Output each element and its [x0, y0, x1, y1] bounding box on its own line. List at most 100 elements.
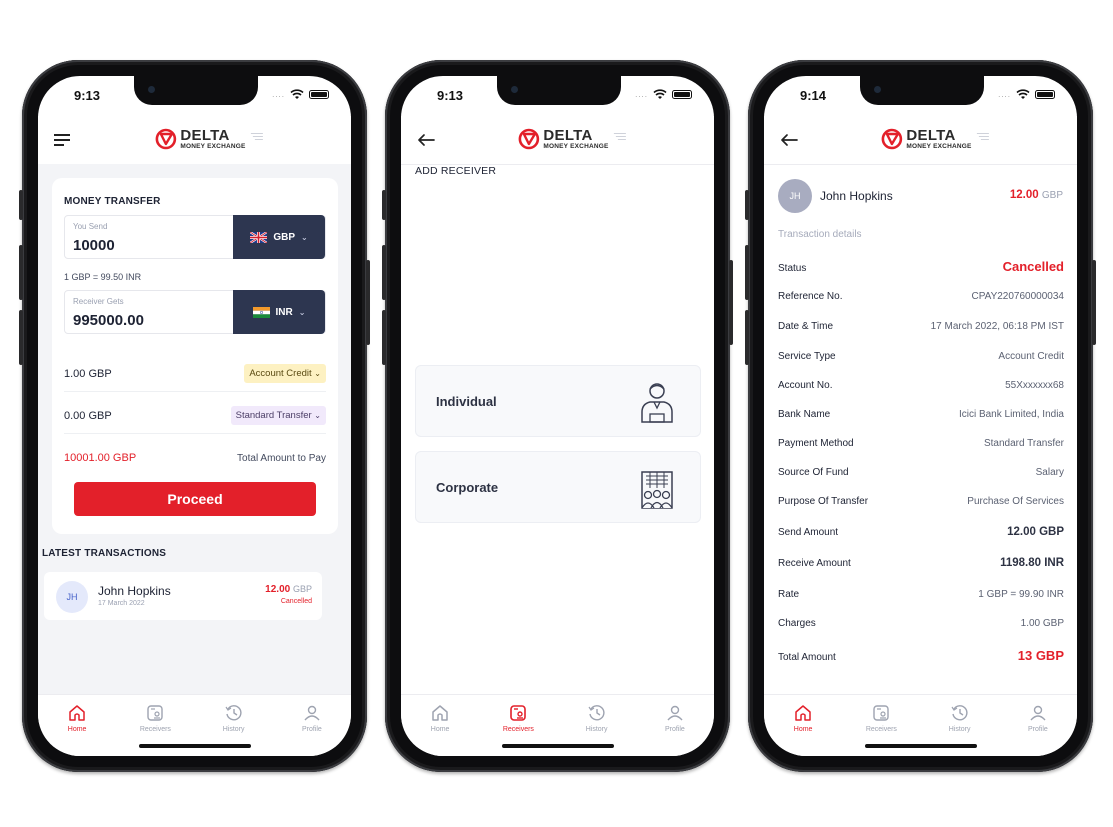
detail-row-service-type: Service Type Account Credit [778, 351, 1064, 362]
home-icon [69, 705, 85, 721]
main-content: MONEY TRANSFER You Send 10000 GBP ⌄ 1 GB… [38, 164, 351, 696]
receive-currency-select[interactable]: INR ⌄ [233, 290, 325, 334]
brand-name: DELTA [906, 127, 956, 144]
brand-name: DELTA [543, 127, 593, 144]
page-title: ADD RECEIVER [415, 165, 497, 177]
receiver-gets-value: 995000.00 [73, 312, 144, 329]
avatar: JH [778, 179, 812, 213]
receivers-icon [147, 705, 164, 721]
corporate-option[interactable]: Corporate [415, 451, 701, 523]
app-bar: DELTA MONEY EXCHANGE [764, 116, 1077, 164]
section-title: MONEY TRANSFER [64, 196, 161, 207]
delta-logo-icon [155, 128, 176, 150]
battery-icon [1035, 89, 1055, 99]
delta-logo-icon [881, 128, 902, 150]
profile-icon [667, 705, 683, 721]
tab-history[interactable]: History [204, 703, 264, 756]
detail-row-receive-amount: Receive Amount 1198.80 INR [778, 557, 1064, 569]
tab-history[interactable]: History [930, 703, 990, 756]
brand-tagline: MONEY EXCHANGE [180, 143, 246, 150]
hamburger-menu-icon[interactable] [54, 132, 72, 148]
receivers-icon [510, 705, 527, 721]
latest-transactions-title: LATEST TRANSACTIONS [42, 548, 167, 559]
individual-option[interactable]: Individual [415, 365, 701, 437]
tab-history[interactable]: History [567, 703, 627, 756]
proceed-button[interactable]: Proceed [74, 482, 316, 516]
wifi-icon [290, 89, 304, 99]
back-arrow-icon[interactable] [780, 132, 798, 148]
detail-row-rate: Rate 1 GBP = 99.90 INR [778, 589, 1064, 600]
home-indicator [864, 744, 977, 748]
wifi-icon [653, 89, 667, 99]
individual-person-icon [641, 383, 673, 423]
phone-transaction-details: 9:14 .... DELTA MONEY EXCHANGE JH John H… [745, 60, 1096, 772]
transaction-name: John Hopkins [98, 584, 171, 598]
corporate-building-icon [641, 471, 673, 509]
home-indicator [501, 744, 614, 748]
transfer-type-dropdown[interactable]: Standard Transfer ⌄ [230, 406, 326, 425]
fee-row: 1.00 GBP Account Credit ⌄ [64, 356, 326, 392]
total-row: 10001.00 GBP Total Amount to Pay [64, 440, 326, 476]
status-value: Cancelled [1002, 259, 1064, 274]
detail-row-status: Status Cancelled [778, 259, 1064, 274]
brand-logo: DELTA MONEY EXCHANGE [154, 127, 263, 151]
screen-money-transfer: 9:13 .... DELTA MONEY EXCHANGE MONEY TRA… [38, 76, 351, 756]
status-time: 9:13 [437, 88, 464, 103]
you-send-field[interactable]: You Send 10000 GBP ⌄ [64, 215, 326, 259]
chevron-down-icon: ⌄ [314, 369, 321, 378]
battery-icon [672, 89, 692, 99]
total-label: Total Amount to Pay [237, 452, 326, 464]
wifi-icon [1016, 89, 1030, 99]
chevron-down-icon: ⌄ [314, 411, 321, 420]
tab-receivers[interactable]: Receivers [851, 703, 911, 756]
send-currency-select[interactable]: GBP ⌄ [233, 215, 325, 259]
tab-receivers[interactable]: Receivers [488, 703, 548, 756]
chevron-down-icon: ⌄ [300, 232, 308, 242]
receiver-name: John Hopkins [820, 189, 893, 203]
detail-row-source-of-fund: Source Of Fund Salary [778, 467, 1064, 478]
transaction-item[interactable]: JH John Hopkins 17 March 2022 12.00 GBP … [44, 572, 322, 620]
transaction-status: Cancelled [280, 598, 312, 605]
app-bar: DELTA MONEY EXCHANGE [38, 116, 351, 164]
detail-row-send-amount: Send Amount 12.00 GBP [778, 526, 1064, 538]
fee-amount: 1.00 GBP [64, 367, 112, 380]
profile-icon [1030, 705, 1046, 721]
transaction-details-title: Transaction details [778, 229, 862, 240]
phone-money-transfer: 9:13 .... DELTA MONEY EXCHANGE MONEY TRA… [19, 60, 370, 772]
india-flag-icon [252, 306, 270, 318]
signal-icon: .... [998, 89, 1011, 99]
transaction-amount: 12.00 GBP [1009, 189, 1063, 201]
back-arrow-icon[interactable] [417, 132, 435, 148]
tab-home[interactable]: Home [47, 703, 107, 756]
detail-row-account-no: Account No. 55Xxxxxxx68 [778, 380, 1064, 391]
app-bar: DELTA MONEY EXCHANGE [401, 116, 714, 164]
you-send-value: 10000 [73, 237, 115, 254]
signal-icon: .... [272, 89, 285, 99]
logo-lines-icon [976, 133, 989, 140]
home-indicator [138, 744, 251, 748]
tab-profile[interactable]: Profile [1008, 703, 1068, 756]
brand-name: DELTA [180, 127, 230, 144]
logo-lines-icon [613, 133, 626, 140]
tab-home[interactable]: Home [410, 703, 470, 756]
total-amount: 10001.00 GBP [64, 452, 137, 464]
receivers-icon [873, 705, 890, 721]
history-icon [951, 705, 968, 721]
tab-profile[interactable]: Profile [645, 703, 705, 756]
detail-row-datetime: Date & Time 17 March 2022, 06:18 PM IST [778, 321, 1064, 332]
receiver-gets-label: Receiver Gets [73, 297, 124, 306]
status-time: 9:14 [800, 88, 827, 103]
main-content: ADD RECEIVER Individual Corporate [401, 164, 714, 696]
tab-home[interactable]: Home [773, 703, 833, 756]
receiver-gets-field[interactable]: Receiver Gets 995000.00 INR ⌄ [64, 290, 326, 334]
detail-row-payment-method: Payment Method Standard Transfer [778, 438, 1064, 449]
individual-label: Individual [436, 394, 497, 409]
history-icon [225, 705, 242, 721]
tab-profile[interactable]: Profile [282, 703, 342, 756]
tab-receivers[interactable]: Receivers [125, 703, 185, 756]
service-type-dropdown[interactable]: Account Credit ⌄ [244, 364, 326, 383]
you-send-label: You Send [73, 222, 108, 231]
home-icon [795, 705, 811, 721]
money-transfer-card: MONEY TRANSFER You Send 10000 GBP ⌄ 1 GB… [52, 178, 338, 534]
history-icon [588, 705, 605, 721]
